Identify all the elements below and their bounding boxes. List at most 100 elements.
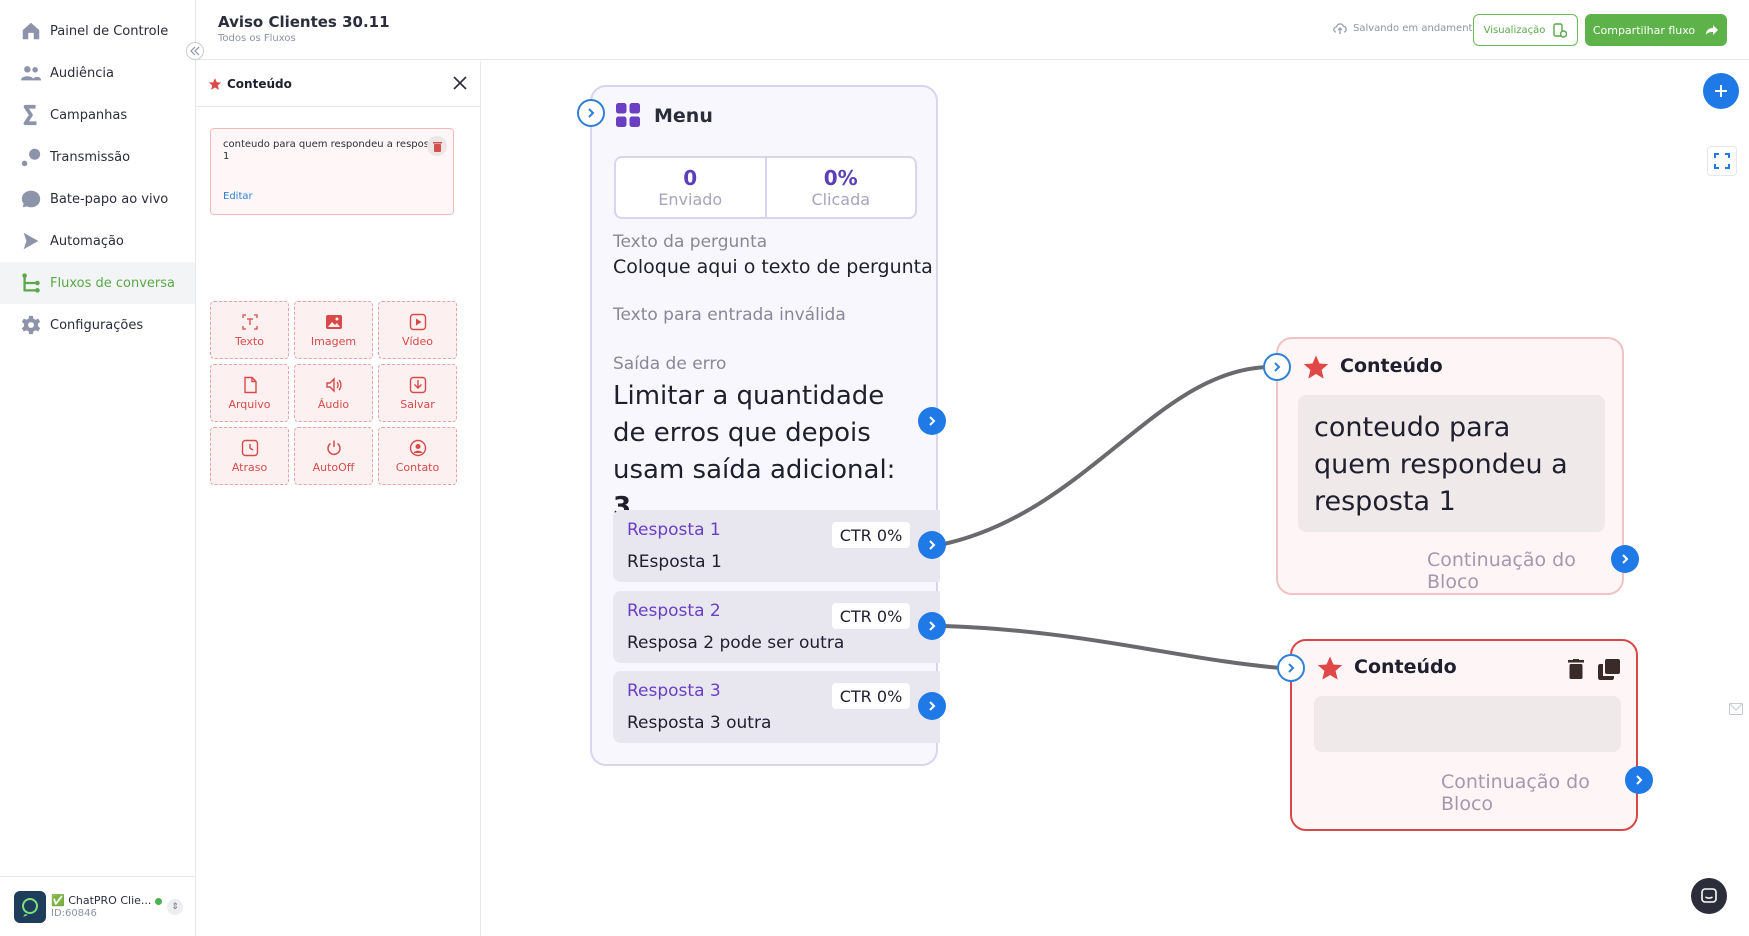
sidebar-item-label: Audiência <box>50 65 114 81</box>
sent-label: Enviado <box>658 190 723 209</box>
share-flow-button[interactable]: Compartilhar fluxo <box>1585 14 1727 46</box>
content-preview-text <box>1314 696 1621 724</box>
add-delay-button[interactable]: Atraso <box>210 427 289 485</box>
account-switcher[interactable]: ✅ ChatPRO Clie... ID:60846 ⇕ <box>0 876 195 936</box>
tool-label: Contato <box>395 460 440 474</box>
save-status-text: Salvando em andamento <box>1353 22 1479 34</box>
flow-icon <box>22 273 40 293</box>
support-chat-button[interactable] <box>1691 878 1727 914</box>
content-node-selected[interactable]: Conteúdo Continuação do Bloco <box>1277 639 1653 831</box>
breadcrumb[interactable]: Todos os Fluxos <box>218 33 296 44</box>
sidebar-item-live-chat[interactable]: Bate-papo ao vivo <box>0 178 195 220</box>
video-icon <box>409 313 426 330</box>
broadcast-icon <box>21 148 41 167</box>
content-preview: conteudo para quem respondeu a resposta … <box>1298 395 1605 532</box>
menu-grid-icon <box>616 103 640 127</box>
response-option[interactable]: Resposta 2 Resposa 2 pode ser outra CTR … <box>613 591 940 663</box>
close-icon[interactable] <box>452 75 468 91</box>
delete-content-button[interactable] <box>427 136 447 156</box>
sidebar-item-automation[interactable]: Automação <box>0 220 195 262</box>
add-block-button[interactable] <box>1703 73 1739 109</box>
minimap-toggle[interactable] <box>1726 699 1746 719</box>
connection-response-1 <box>943 364 1280 546</box>
response-3-output-port[interactable] <box>918 692 946 720</box>
content-preview-text: conteudo para quem respondeu a resposta … <box>1314 412 1568 517</box>
collapse-sidebar-button[interactable] <box>186 42 204 60</box>
content-node-title: Conteúdo <box>1340 355 1443 377</box>
content-node[interactable]: Conteúdo conteudo para quem respondeu a … <box>1263 337 1639 595</box>
star-icon <box>1303 355 1329 379</box>
automation-icon <box>23 232 39 250</box>
panel-header: Conteúdo <box>196 61 480 107</box>
content-input-port[interactable] <box>1277 654 1305 682</box>
clicked-stat: 0% Clicada <box>764 158 916 217</box>
add-video-button[interactable]: Vídeo <box>378 301 457 359</box>
chevron-right-icon <box>929 701 936 711</box>
tool-label: Imagem <box>310 334 357 348</box>
add-image-button[interactable]: Imagem <box>294 301 373 359</box>
error-output-port[interactable] <box>918 407 946 435</box>
tool-label: Texto <box>235 334 264 348</box>
response-title: Resposta 1 <box>627 520 721 540</box>
flow-canvas[interactable]: Menu 0 Enviado 0% Clicada Texto da pergu… <box>482 61 1749 936</box>
edit-content-link[interactable]: Editar <box>223 191 253 202</box>
gear-icon <box>21 315 41 335</box>
preview-button-label: Visualização <box>1483 24 1546 36</box>
error-limit-text: Limitar a quantidade de erros que depois… <box>613 378 913 526</box>
add-audio-button[interactable]: Áudio <box>294 364 373 422</box>
content-item-text: conteudo para quem respondeu a resposta <box>223 139 433 150</box>
text-icon <box>241 313 258 330</box>
connection-response-2 <box>943 624 1294 671</box>
trash-icon[interactable] <box>1568 659 1584 679</box>
error-exit-label: Saída de erro <box>613 354 727 374</box>
add-save-button[interactable]: Salvar <box>378 364 457 422</box>
duplicate-icon[interactable] <box>1598 659 1620 680</box>
menu-input-port[interactable] <box>577 99 605 127</box>
response-2-output-port[interactable] <box>918 612 946 640</box>
sidebar-item-flows[interactable]: Fluxos de conversa <box>0 262 195 304</box>
content-input-port[interactable] <box>1263 353 1291 381</box>
account-id: ID:60846 <box>51 908 97 919</box>
chat-bubble-icon <box>21 190 41 208</box>
continue-output-port[interactable] <box>1625 766 1653 794</box>
page-title: Aviso Clientes 30.11 <box>218 13 390 31</box>
menu-node[interactable]: Menu 0 Enviado 0% Clicada Texto da pergu… <box>577 85 946 766</box>
sent-value: 0 <box>683 166 698 190</box>
add-text-button[interactable]: Texto <box>210 301 289 359</box>
sidebar-item-campaigns[interactable]: Campanhas <box>0 94 195 136</box>
sidebar-item-audience[interactable]: Audiência <box>0 52 195 94</box>
preview-button[interactable]: Visualização <box>1473 14 1578 46</box>
account-name: ✅ ChatPRO Clie... <box>51 894 152 907</box>
fit-view-button[interactable] <box>1707 146 1737 176</box>
fullscreen-icon <box>1714 153 1730 169</box>
clock-icon <box>241 439 258 456</box>
content-item-text-continued: 1 <box>223 151 230 162</box>
preview-device-icon <box>1553 22 1568 38</box>
star-icon <box>1317 656 1343 680</box>
add-contact-button[interactable]: Contato <box>378 427 457 485</box>
sidebar-item-label: Transmissão <box>50 149 131 165</box>
switch-account-icon[interactable]: ⇕ <box>167 899 183 915</box>
file-icon <box>243 376 257 393</box>
mail-icon <box>1729 703 1743 715</box>
add-autooff-button[interactable]: AutoOff <box>294 427 373 485</box>
clicked-label: Clicada <box>811 190 871 209</box>
avatar <box>14 890 46 923</box>
power-icon <box>326 440 341 455</box>
chevron-right-icon <box>929 416 936 426</box>
chevron-right-icon <box>1636 775 1643 785</box>
tool-label: AutoOff <box>312 460 355 474</box>
add-file-button[interactable]: Arquivo <box>210 364 289 422</box>
sidebar-item-dashboard[interactable]: Painel de Controle <box>0 10 195 52</box>
continue-output-port[interactable] <box>1611 545 1639 573</box>
response-option[interactable]: Resposta 3 Resposta 3 outra CTR 0% <box>613 671 940 743</box>
sidebar: Painel de Controle Audiência Campanhas T… <box>0 0 196 936</box>
response-title: Resposta 2 <box>627 601 721 621</box>
sidebar-item-label: Bate-papo ao vivo <box>50 191 169 207</box>
campaign-icon <box>23 104 37 126</box>
sidebar-item-broadcast[interactable]: Transmissão <box>0 136 195 178</box>
response-1-output-port[interactable] <box>918 531 946 559</box>
response-option[interactable]: Resposta 1 REsposta 1 CTR 0% <box>613 510 940 582</box>
content-item-card[interactable]: conteudo para quem respondeu a resposta … <box>210 128 454 215</box>
sidebar-item-settings[interactable]: Configurações <box>0 304 195 346</box>
